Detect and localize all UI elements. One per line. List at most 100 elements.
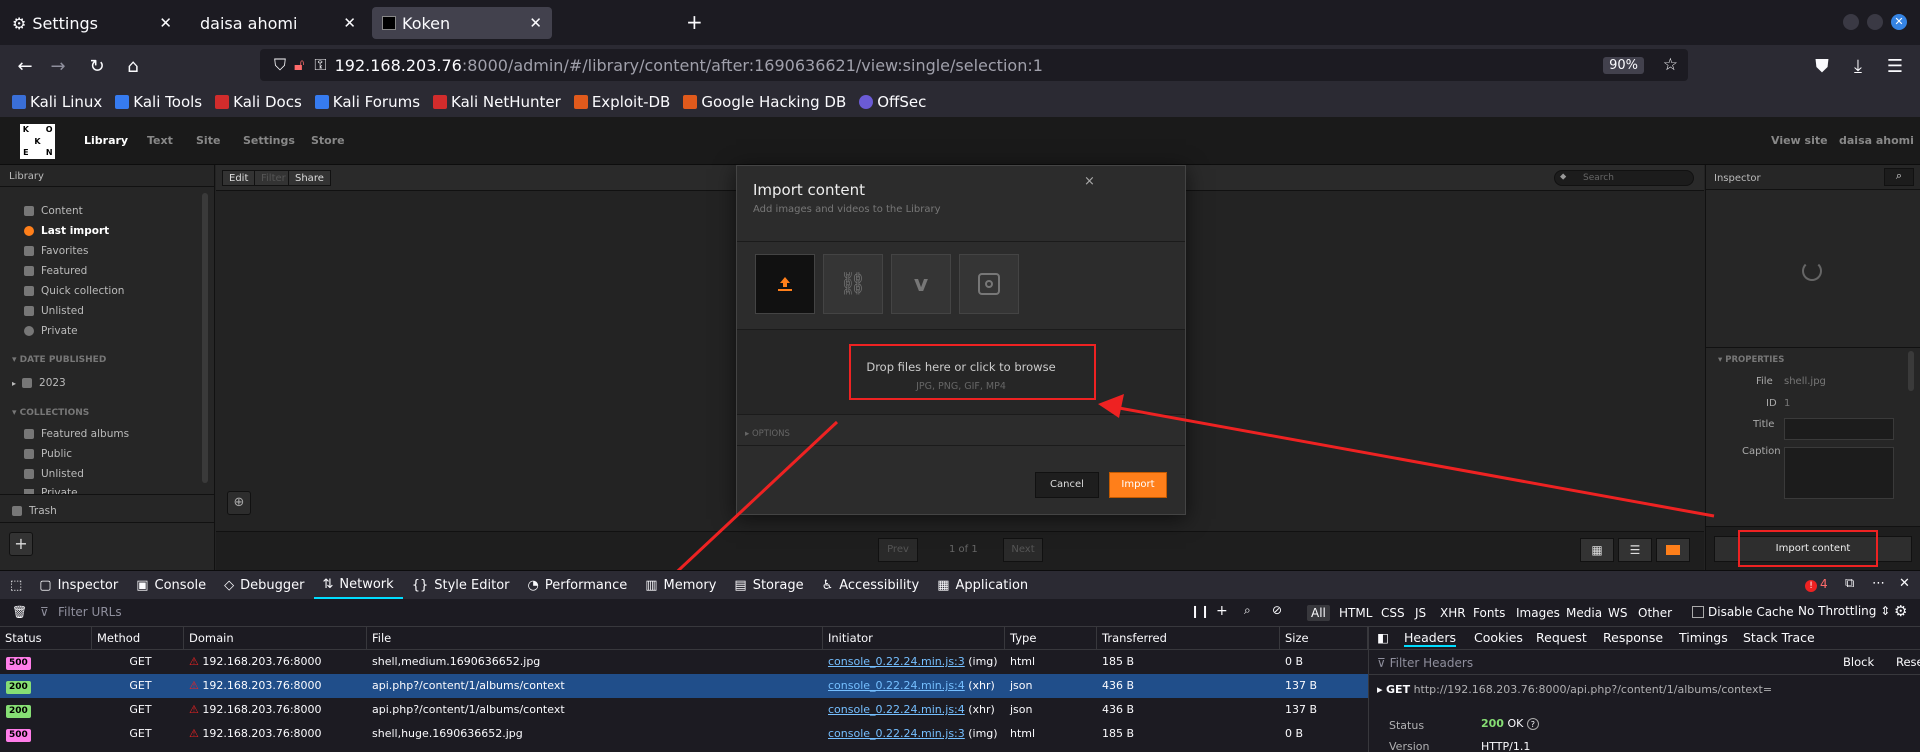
type-other[interactable]: Other	[1634, 605, 1676, 621]
sidebar-item-featured[interactable]: Featured	[24, 265, 87, 277]
caption-input[interactable]	[1784, 447, 1894, 499]
sidebar-item-trash[interactable]: Trash	[12, 505, 57, 517]
bookmark-kali-tools[interactable]: Kali Tools	[115, 93, 202, 111]
tab-network[interactable]: ⇅ Network	[313, 571, 403, 599]
type-all[interactable]: All	[1307, 605, 1330, 621]
new-tab-icon[interactable]: +	[686, 10, 703, 34]
table-row[interactable]: 500 GET ⚠︎ 192.168.203.76:8000 shell,medium…	[0, 650, 1368, 674]
tab-stack-trace[interactable]: Stack Trace	[1743, 630, 1815, 645]
title-input[interactable]	[1784, 418, 1894, 440]
prev-button[interactable]: Prev	[878, 538, 918, 562]
import-button[interactable]: Import	[1109, 472, 1167, 498]
throttling-select[interactable]: No Throttling ⇕	[1798, 604, 1890, 618]
bookmark-kali-nethunter[interactable]: Kali NetHunter	[433, 93, 561, 111]
forward-icon[interactable]: →	[45, 53, 71, 79]
type-fonts[interactable]: Fonts	[1469, 605, 1509, 621]
disable-cache-checkbox[interactable]: Disable Cache	[1692, 605, 1794, 619]
table-row[interactable]: 200 GET ⚠︎ 192.168.203.76:8000 api.php?/con…	[0, 698, 1368, 722]
tab-timings[interactable]: Timings	[1679, 630, 1728, 645]
initiator-link[interactable]: console_0.22.24.min.js:4	[828, 679, 965, 692]
col-method[interactable]: Method	[92, 627, 184, 649]
type-ws[interactable]: WS	[1604, 605, 1631, 621]
block-button[interactable]: Block	[1843, 655, 1874, 669]
tab-headers[interactable]: Headers	[1404, 630, 1457, 647]
date-published-heading[interactable]: ▾ DATE PUBLISHED	[12, 355, 106, 365]
sidebar-item-year[interactable]: ▸ 2023	[12, 377, 66, 389]
tab-performance[interactable]: ◔ Performance	[519, 571, 637, 599]
bookmark-offsec[interactable]: OffSec	[859, 93, 926, 111]
user-menu[interactable]: daisa ahomi	[1839, 134, 1914, 147]
options-toggle[interactable]: ▸ OPTIONS	[745, 429, 790, 439]
initiator-link[interactable]: console_0.22.24.min.js:3	[828, 727, 965, 740]
sidebar-item-last-import[interactable]: Last import	[24, 225, 109, 237]
settings-gear-icon[interactable]: ⚙	[1894, 602, 1907, 620]
col-type[interactable]: Type	[1005, 627, 1097, 649]
initiator-link[interactable]: console_0.22.24.min.js:4	[828, 703, 965, 716]
edit-button[interactable]: Edit	[222, 170, 256, 186]
vimeo-icon[interactable]: v	[891, 254, 951, 314]
table-row[interactable]: 500 GET ⚠︎ 192.168.203.76:8000 shell,huge.1…	[0, 722, 1368, 746]
nav-site[interactable]: Site	[196, 134, 220, 147]
sidebar-item-unlisted-coll[interactable]: Unlisted	[24, 468, 84, 480]
tab-application[interactable]: ▦ Application	[928, 571, 1037, 599]
resend-button[interactable]: Resend	[1896, 655, 1920, 669]
inspector-scrollbar[interactable]	[1908, 351, 1914, 391]
cancel-button[interactable]: Cancel	[1035, 472, 1099, 498]
col-initiator[interactable]: Initiator	[823, 627, 1005, 649]
col-domain[interactable]: Domain	[184, 627, 367, 649]
grid-view-icon[interactable]: ▦	[1580, 538, 1614, 562]
nav-store[interactable]: Store	[311, 134, 345, 147]
col-size[interactable]: Size	[1280, 627, 1368, 649]
menu-icon[interactable]: ☰	[1882, 53, 1908, 79]
type-css[interactable]: CSS	[1377, 605, 1409, 621]
tab-settings[interactable]: ⚙ Settings ✕	[2, 7, 182, 39]
properties-heading[interactable]: ▾ PROPERTIES	[1718, 355, 1784, 365]
close-icon[interactable]: ×	[1084, 174, 1095, 189]
tab-inspector[interactable]: ▢ Inspector	[30, 571, 127, 599]
bookmark-google-hacking-db[interactable]: Google Hacking DB	[683, 93, 846, 111]
table-row[interactable]: 200 GET ⚠︎ 192.168.203.76:8000 api.php?/con…	[0, 674, 1368, 698]
add-content-icon[interactable]: ⊕	[227, 491, 251, 515]
tab-accessibility[interactable]: ♿︎ Accessibility	[813, 571, 929, 599]
instagram-icon[interactable]	[959, 254, 1019, 314]
filter-button[interactable]: Filter	[254, 170, 293, 186]
tab-response[interactable]: Response	[1603, 630, 1663, 645]
pocket-icon[interactable]: ⛊	[1809, 53, 1835, 79]
tab-memory[interactable]: ▥ Memory	[636, 571, 725, 599]
tab-cookies[interactable]: Cookies	[1474, 630, 1523, 645]
tab-daisa[interactable]: daisa ahomi ✕	[186, 7, 366, 39]
sidebar-item-favorites[interactable]: Favorites	[24, 245, 88, 257]
search-input[interactable]: Search	[1554, 170, 1694, 186]
single-view-icon[interactable]	[1656, 538, 1690, 562]
maximize-icon[interactable]	[1867, 14, 1883, 30]
bookmark-kali-forums[interactable]: Kali Forums	[314, 93, 420, 111]
col-file[interactable]: File	[367, 627, 823, 649]
add-icon[interactable]: +	[1216, 603, 1228, 619]
view-site-link[interactable]: View site	[1771, 134, 1828, 147]
sidebar-item-public[interactable]: Public	[24, 448, 72, 460]
filter-urls-input[interactable]: Filter URLs	[58, 605, 122, 619]
type-media[interactable]: Media	[1562, 605, 1606, 621]
share-button[interactable]: Share	[288, 170, 331, 186]
pause-icon[interactable]: ❙❙	[1190, 604, 1210, 618]
tab-request[interactable]: Request	[1536, 630, 1587, 645]
sidebar-item-unlisted[interactable]: Unlisted	[24, 305, 84, 317]
tab-console[interactable]: ▣ Console	[127, 571, 215, 599]
tab-debugger[interactable]: ◇ Debugger	[215, 571, 313, 599]
more-options-icon[interactable]: ⋯	[1872, 576, 1885, 591]
error-count-badge[interactable]: ! 4	[1805, 577, 1828, 592]
koken-logo[interactable]: KO K EN	[20, 124, 55, 159]
type-images[interactable]: Images	[1512, 605, 1564, 621]
nav-settings[interactable]: Settings	[243, 134, 295, 147]
filter-headers-input[interactable]: ⊽ Filter Headers	[1377, 656, 1473, 670]
bookmark-exploit-db[interactable]: Exploit-DB	[573, 93, 670, 111]
sidebar-item-private-coll[interactable]: Private	[24, 485, 78, 494]
upload-icon[interactable]	[755, 254, 815, 314]
home-icon[interactable]: ⌂	[120, 53, 146, 79]
next-button[interactable]: Next	[1003, 538, 1043, 562]
close-icon[interactable]: ✕	[343, 14, 356, 32]
sidebar-item-content[interactable]: Content	[24, 205, 83, 217]
type-xhr[interactable]: XHR	[1436, 605, 1470, 621]
reload-icon[interactable]: ↻	[84, 53, 110, 79]
close-icon[interactable]: ✕	[159, 14, 172, 32]
